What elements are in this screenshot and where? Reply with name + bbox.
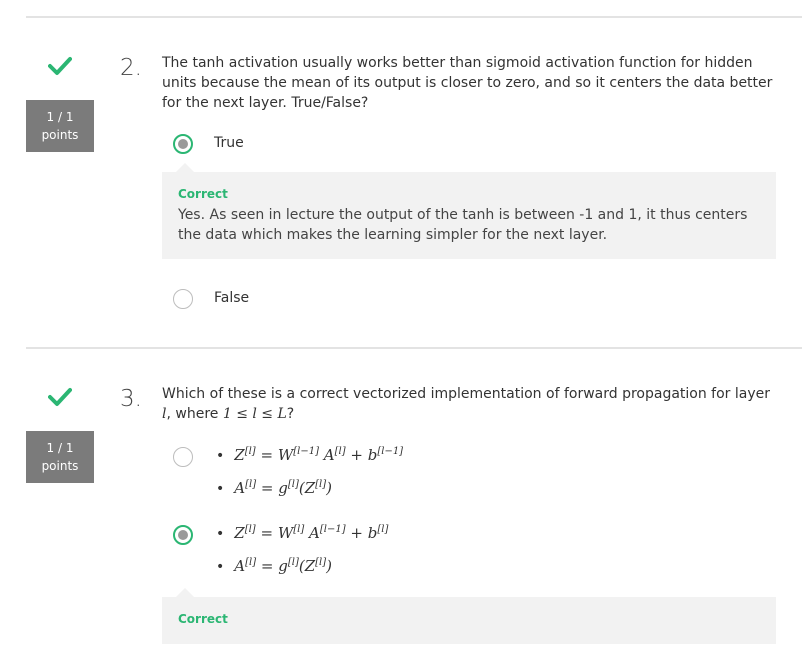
- score-value: 1 / 1: [46, 441, 74, 455]
- score-badge: 1 / 1 points: [26, 100, 94, 152]
- radio-option-b[interactable]: [173, 525, 193, 545]
- option-b-line-2[interactable]: • A[l] = g[l](Z[l]): [216, 557, 332, 575]
- radio-option-true[interactable]: [173, 134, 193, 154]
- equation: Z[l] = W[l] A[l−1] + b[l]: [234, 524, 389, 542]
- question-text-prefix: Which of these is a correct vectorized i…: [162, 386, 771, 402]
- question-number: 2.: [120, 55, 142, 81]
- question-text-suffix: ?: [286, 406, 295, 422]
- divider-middle: [26, 347, 802, 349]
- bullet-icon: •: [216, 526, 225, 542]
- feedback-text: Yes. As seen in lecture the output of th…: [178, 207, 748, 243]
- question-number: 3.: [120, 386, 142, 412]
- question-text: Which of these is a correct vectorized i…: [162, 384, 774, 424]
- question-range: 1 ≤ l ≤ L: [222, 406, 287, 422]
- bullet-icon: •: [216, 448, 225, 464]
- option-a-line-2[interactable]: • A[l] = g[l](Z[l]): [216, 479, 332, 497]
- feedback-box: Correct Yes. As seen in lecture the outp…: [162, 163, 776, 259]
- radio-option-a[interactable]: [173, 447, 193, 467]
- divider-top: [26, 16, 802, 18]
- score-value: 1 / 1: [46, 110, 74, 124]
- equation: A[l] = g[l](Z[l]): [234, 479, 333, 497]
- option-a-line-1[interactable]: • Z[l] = W[l−1] A[l] + b[l−1]: [216, 446, 403, 464]
- feedback-title: Correct: [178, 612, 228, 626]
- equation: Z[l] = W[l−1] A[l] + b[l−1]: [234, 446, 404, 464]
- bullet-icon: •: [216, 559, 225, 575]
- checkmark-icon: [48, 57, 72, 75]
- option-b-line-1[interactable]: • Z[l] = W[l] A[l−1] + b[l]: [216, 524, 388, 542]
- feedback-title: Correct: [178, 187, 228, 201]
- score-unit: points: [41, 459, 79, 473]
- checkmark-icon: [48, 388, 72, 406]
- score-badge: 1 / 1 points: [26, 431, 94, 483]
- score-unit: points: [41, 128, 79, 142]
- bullet-icon: •: [216, 481, 225, 497]
- question-text: The tanh activation usually works better…: [162, 55, 773, 111]
- feedback-box: Correct: [162, 588, 776, 644]
- question-text-mid: , where: [166, 406, 223, 422]
- equation: A[l] = g[l](Z[l]): [234, 557, 333, 575]
- option-label-true[interactable]: True: [214, 135, 244, 151]
- radio-option-false[interactable]: [173, 289, 193, 309]
- option-label-false[interactable]: False: [214, 290, 249, 306]
